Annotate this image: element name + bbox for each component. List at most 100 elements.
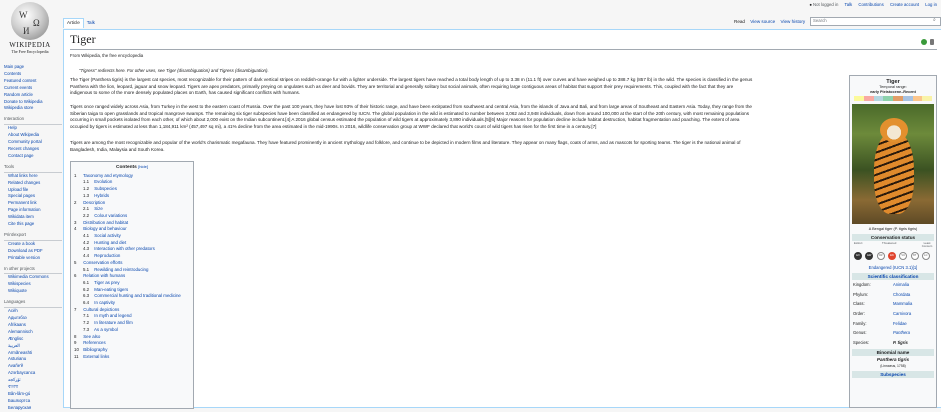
tab-read[interactable]: Read	[732, 18, 747, 25]
toc-item[interactable]: 4.4 Reproduction	[74, 253, 190, 260]
sidebar-item-languages[interactable]: Bân-lâm-gú	[4, 391, 62, 398]
toc-item-label[interactable]: Description	[83, 200, 105, 205]
sidebar-item-tools[interactable]: Cite this page	[4, 221, 62, 228]
toc-item-label[interactable]: Colour variations	[94, 213, 127, 218]
toc-item-label[interactable]: Social activity	[94, 233, 121, 238]
tiger-photo[interactable]	[852, 104, 934, 225]
toc-item-label[interactable]: In literature and film	[94, 320, 133, 325]
cons-status-en[interactable]: EN	[887, 252, 896, 261]
classification-taxon[interactable]: P. tigris	[893, 338, 908, 348]
good-article-icon[interactable]	[921, 39, 927, 45]
wikipedia-logo[interactable]: WΩИ WIKIPEDIA The Free Encyclopedia	[4, 2, 56, 54]
cons-status-ew[interactable]: EW	[865, 252, 874, 261]
conservation-status-heading[interactable]: Conservation status	[852, 234, 934, 242]
toc-item-label[interactable]: In myth and legend	[94, 313, 131, 318]
conservation-scale[interactable]: Extinct Threatened Least Concern EX EW CR E…	[854, 242, 932, 264]
cons-status-lc[interactable]: LC	[921, 252, 930, 261]
cons-status-nt[interactable]: NT	[910, 252, 919, 261]
sidebar-item-interaction[interactable]: About Wikipedia	[4, 132, 62, 139]
toc-item-label[interactable]: In captivity	[94, 300, 115, 305]
toc-item[interactable]: 6.3 Commercial hunting and traditional m…	[74, 293, 190, 300]
toc-item[interactable]: 6.4 In captivity	[74, 300, 190, 307]
toc-item-label[interactable]: Conservation efforts	[83, 260, 122, 265]
toc-item[interactable]: 10 Bibliography	[74, 347, 190, 354]
sidebar-item-languages[interactable]: Alemannisch	[4, 329, 62, 336]
search-icon[interactable]: ⌕	[933, 17, 936, 23]
sidebar-item-languages[interactable]: تۆرکجه	[4, 377, 62, 384]
toc-item-label[interactable]: Biology and behaviour	[83, 226, 126, 231]
sidebar-item-print[interactable]: Printable version	[4, 255, 62, 262]
scientific-classification-heading[interactable]: Scientific classification	[852, 273, 934, 281]
classification-taxon[interactable]: Mammalia	[893, 299, 912, 309]
toc-item-label[interactable]: Size	[94, 206, 103, 211]
conservation-status[interactable]: Endangered (IUCN 3.1)[1]	[850, 265, 936, 271]
toc-hide-toggle[interactable]: [hide]	[138, 164, 148, 169]
toc-item-label[interactable]: Distribution and habitat	[83, 220, 128, 225]
sidebar-item-main[interactable]: Featured content	[4, 78, 62, 85]
sidebar-item-projects[interactable]: Wikispecies	[4, 281, 62, 288]
sidebar-item-projects[interactable]: Wikimedia Commons	[4, 274, 62, 281]
create-account-link[interactable]: Create account	[890, 2, 919, 7]
toc-item-label[interactable]: Relation with humans	[83, 273, 125, 278]
toc-item[interactable]: 1.1 Evolution	[74, 179, 190, 186]
toc-item[interactable]: 1.3 Hybrids	[74, 193, 190, 200]
toc-item-label[interactable]: Hybrids	[94, 193, 109, 198]
toc-item-label[interactable]: Taxonomy and etymology	[83, 173, 133, 178]
toc-item-label[interactable]: Rewilding and reintroducing	[94, 267, 148, 272]
toc-item-label[interactable]: Man-eating tigers	[94, 287, 128, 292]
toc-item[interactable]: 2.1 Size	[74, 206, 190, 213]
classification-taxon[interactable]: Felidae	[893, 319, 907, 329]
personal-talk-link[interactable]: Talk	[845, 2, 853, 7]
toc-item[interactable]: 2.2 Colour variations	[74, 213, 190, 220]
toc-item-label[interactable]: External links	[83, 354, 109, 359]
toc-item[interactable]: 5.1 Rewilding and reintroducing	[74, 267, 190, 274]
sidebar-item-main[interactable]: Donate to Wikipedia	[4, 99, 62, 106]
sidebar-item-tools[interactable]: Related changes	[4, 180, 62, 187]
toc-item[interactable]: 11 External links	[74, 354, 190, 361]
sidebar-item-languages[interactable]: Asturianu	[4, 356, 62, 363]
classification-taxon[interactable]: Chordata	[893, 290, 910, 300]
classification-taxon[interactable]: Animalia	[893, 280, 909, 290]
tab-talk[interactable]: Talk	[84, 19, 98, 28]
classification-taxon[interactable]: Carnivora	[893, 309, 911, 319]
cons-status-ex[interactable]: EX	[854, 252, 862, 261]
sidebar-item-languages[interactable]: Беларуская	[4, 405, 62, 412]
toc-item[interactable]: 1.2 Subspecies	[74, 186, 190, 193]
lock-icon[interactable]	[930, 39, 934, 45]
toc-item-label[interactable]: As a symbol	[94, 327, 118, 332]
log-in-link[interactable]: Log in	[925, 2, 937, 7]
toc-item[interactable]: 1 Taxonomy and etymology	[74, 173, 190, 180]
search-input[interactable]: Search	[810, 17, 941, 26]
cons-status-cr[interactable]: CR	[876, 252, 885, 261]
toc-item[interactable]: 3 Distribution and habitat	[74, 220, 190, 227]
toc-item[interactable]: 6.2 Man-eating tigers	[74, 287, 190, 294]
toc-item-label[interactable]: Hunting and diet	[94, 240, 126, 245]
sidebar-item-main[interactable]: Random article	[4, 92, 62, 99]
toc-item-label[interactable]: Cultural depictions	[83, 307, 119, 312]
sidebar-item-languages[interactable]: العربية	[4, 343, 62, 350]
sidebar-item-languages[interactable]: Ænglisc	[4, 336, 62, 343]
sidebar-item-interaction[interactable]: Recent changes	[4, 146, 62, 153]
sidebar-item-print[interactable]: Create a book	[4, 241, 62, 248]
sidebar-item-main[interactable]: Main page	[4, 64, 62, 71]
tab-article[interactable]: Article	[63, 18, 84, 28]
toc-item[interactable]: 5 Conservation efforts	[74, 260, 190, 267]
sidebar-item-print[interactable]: Download as PDF	[4, 248, 62, 255]
sidebar-item-languages[interactable]: Башҡортса	[4, 398, 62, 405]
sidebar-item-languages[interactable]: Afrikaans	[4, 322, 62, 329]
toc-item[interactable]: 9 References	[74, 340, 190, 347]
sidebar-item-interaction[interactable]: Community portal	[4, 139, 62, 146]
toc-item-label[interactable]: Commercial hunting and traditional medic…	[94, 293, 181, 298]
sidebar-item-tools[interactable]: Special pages	[4, 193, 62, 200]
toc-item[interactable]: 7.3 As a symbol	[74, 327, 190, 334]
toc-item-label[interactable]: See also	[83, 334, 100, 339]
toc-item[interactable]: 7 Cultural depictions	[74, 307, 190, 314]
toc-item-label[interactable]: Reproduction	[94, 253, 120, 258]
toc-item-label[interactable]: Bibliography	[83, 347, 107, 352]
toc-item[interactable]: 4.2 Hunting and diet	[74, 240, 190, 247]
sidebar-item-interaction[interactable]: Help	[4, 125, 62, 132]
toc-item[interactable]: 7.2 In literature and film	[74, 320, 190, 327]
sidebar-item-tools[interactable]: What links here	[4, 173, 62, 180]
toc-item[interactable]: 4 Biology and behaviour	[74, 226, 190, 233]
toc-item[interactable]: 6 Relation with humans	[74, 273, 190, 280]
